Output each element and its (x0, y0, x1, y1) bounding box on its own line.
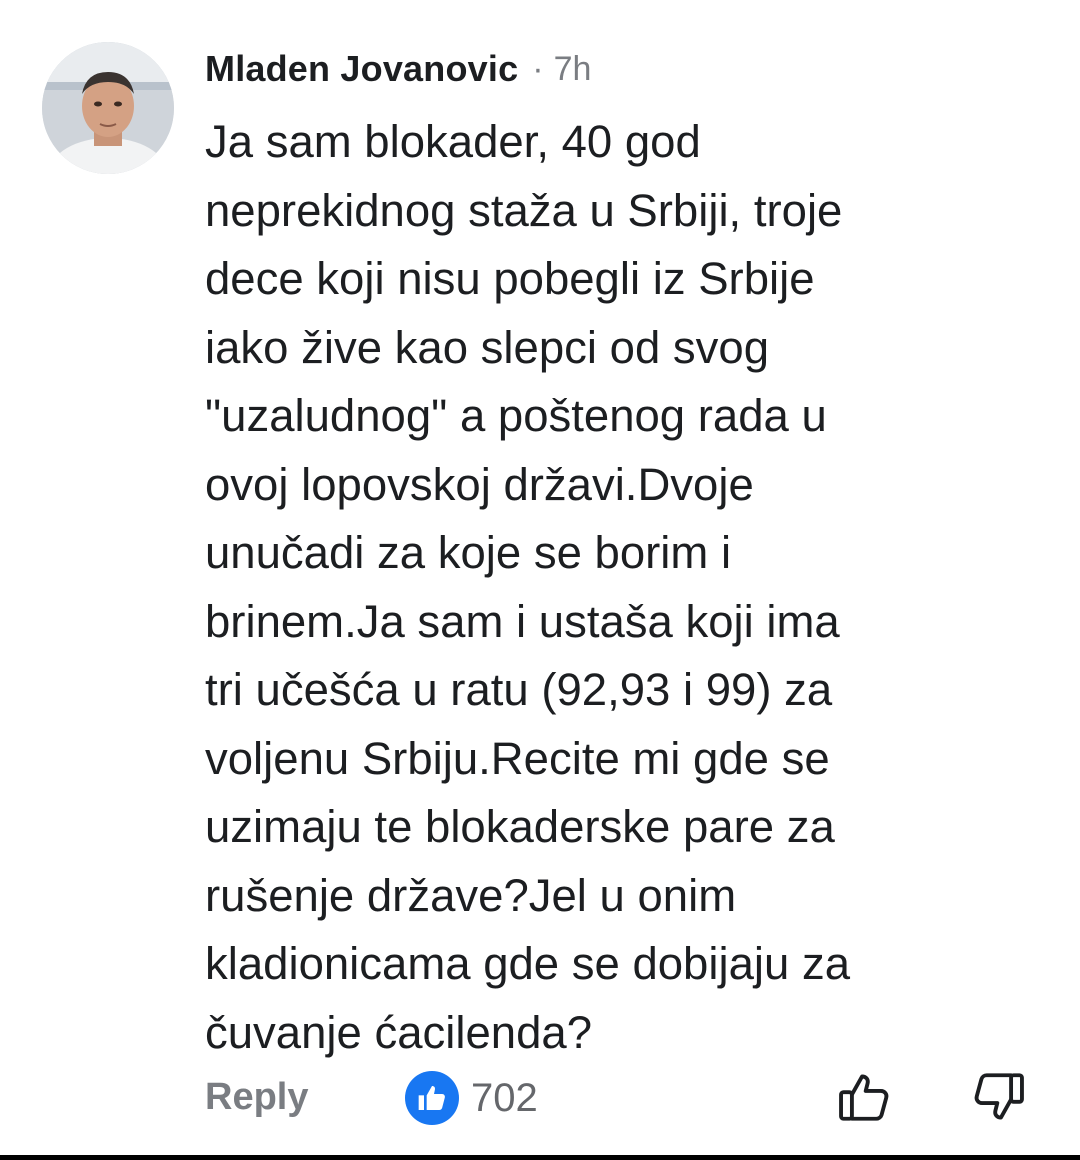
thumbs-up-outline-icon[interactable] (835, 1068, 893, 1126)
comment-line: kladionicama gde se dobijaju za (205, 938, 850, 989)
reaction-summary[interactable]: 702 (405, 1071, 538, 1125)
like-icon (405, 1071, 459, 1125)
comment-line: rušenje države?Jel u onim (205, 869, 737, 921)
comment-line: tri učešća u ratu (92,93 i 99) za (205, 664, 833, 715)
comment-line: ovoj lopovskoj državi.Dvoje (205, 458, 754, 510)
comment-line: "uzaludnog" a poštenog rada u (205, 390, 827, 441)
author-name[interactable]: Mladen Jovanovic (205, 48, 518, 90)
reaction-count: 702 (471, 1075, 538, 1120)
timestamp[interactable]: 7h (554, 50, 592, 89)
reply-button[interactable]: Reply (205, 1076, 308, 1119)
comment-header: Mladen Jovanovic · 7h (205, 44, 591, 94)
comment-line: Ja sam blokader, 40 god (205, 116, 701, 167)
comment-line: uzimaju te blokaderske pare za (205, 801, 835, 852)
comment-line: voljenu Srbiju.Recite mi gde se (205, 732, 830, 784)
comment-actions: Reply 702 (205, 1068, 1035, 1128)
bottom-border (0, 1155, 1080, 1160)
comment-line: čuvanje ćacilenda? (205, 1006, 593, 1058)
comment-line: brinem.Ja sam i ustaša koji ima (205, 595, 840, 647)
comment-body: Ja sam blokader, 40 god neprekidnog staž… (205, 108, 1055, 1067)
separator-dot: · (532, 49, 544, 88)
comment-line: neprekidnog staža u Srbiji, troje (205, 184, 843, 236)
avatar[interactable] (42, 42, 174, 174)
comment-line: dece koji nisu pobegli iz Srbije (205, 253, 815, 304)
comment-line: iako žive kao slepci od svog (205, 321, 769, 373)
comment-line: unučadi za koje se borim i (205, 527, 732, 578)
thumbs-down-outline-icon[interactable] (970, 1068, 1028, 1126)
comment: Mladen Jovanovic · 7h Ja sam blokader, 4… (0, 0, 1080, 1160)
